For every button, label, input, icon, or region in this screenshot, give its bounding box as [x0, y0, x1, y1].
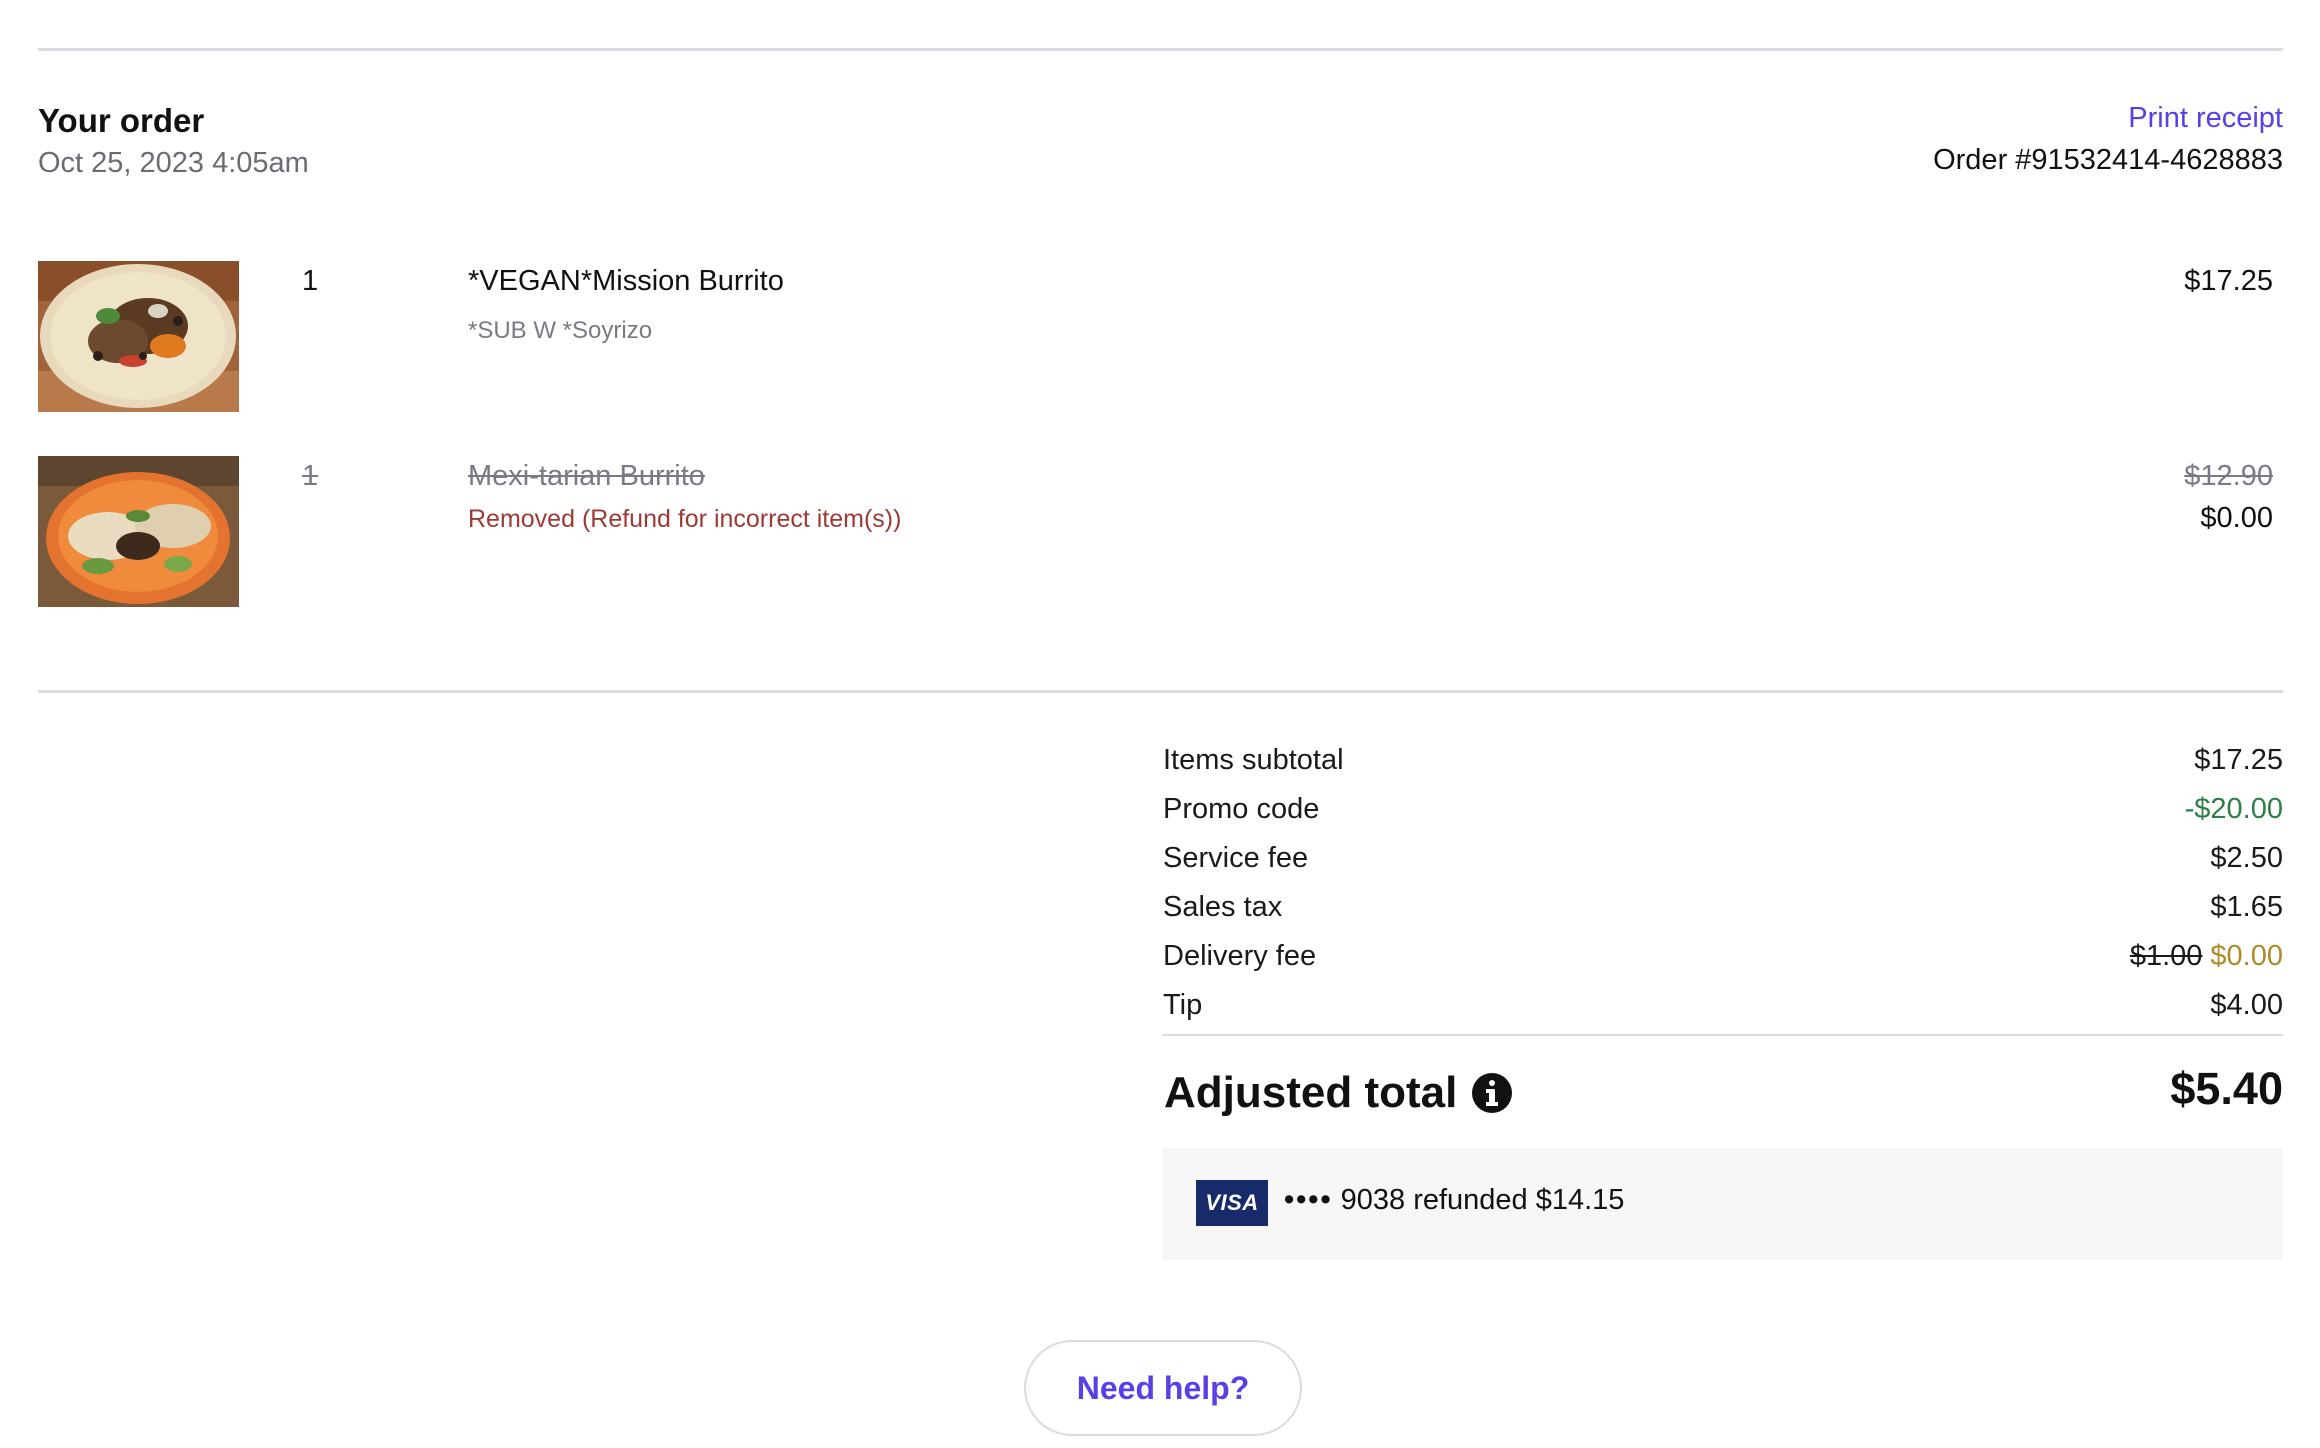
item-price: $0.00	[2200, 502, 2273, 534]
item-name: Mexi-tarian Burrito	[468, 460, 705, 492]
item-photo-mexi-tarian-burrito	[38, 456, 239, 607]
need-help-button[interactable]: Need help?	[1024, 1340, 1302, 1436]
items-divider	[38, 690, 2283, 693]
delivery-fee-label: Delivery fee	[1163, 940, 1317, 972]
order-receipt-page: Your order Oct 25, 2023 4:05am Print rec…	[0, 0, 2320, 1448]
summary-row-tip: Tip $4.00	[1162, 987, 2283, 1036]
order-item: 1 *VEGAN*Mission Burrito *SUB W *Soyrizo…	[38, 261, 2283, 413]
adjusted-total-value: $5.40	[2170, 1063, 2283, 1114]
item-removed-status: Removed (Refund for incorrect item(s))	[468, 505, 902, 533]
item-name: *VEGAN*Mission Burrito	[468, 265, 784, 297]
visa-card-icon: VISA	[1196, 1180, 1268, 1226]
summary-row-service-fee: Service fee $2.50	[1162, 840, 2283, 889]
summary-divider	[1162, 1034, 2283, 1036]
service-fee-label: Service fee	[1163, 842, 1309, 874]
summary-row-promo: Promo code -$20.00	[1162, 791, 2283, 840]
delivery-fee-value: $0.00	[2210, 940, 2283, 972]
promo-value: -$20.00	[2184, 793, 2283, 825]
item-original-price: $12.90	[2184, 460, 2273, 492]
summary-row-sales-tax: Sales tax $1.65	[1162, 889, 2283, 938]
price-summary: Items subtotal $17.25 Promo code -$20.00…	[1162, 742, 2283, 1036]
order-title: Your order	[38, 102, 205, 139]
order-item: 1 Mexi-tarian Burrito Removed (Refund fo…	[38, 456, 2283, 608]
item-photo-vegan-mission-burrito	[38, 261, 239, 412]
item-modifier: *SUB W *Soyrizo	[468, 317, 653, 344]
top-divider	[38, 48, 2283, 51]
delivery-fee-original: $1.00	[2129, 940, 2203, 972]
order-number: Order #91532414-4628883	[1933, 144, 2283, 176]
payment-refund-text: •••• 9038 refunded $14.15	[1284, 1184, 1624, 1217]
payment-refund-box: VISA •••• 9038 refunded $14.15	[1162, 1148, 2283, 1260]
adjusted-total-label-group: Adjusted total	[1164, 1068, 1513, 1118]
service-fee-value: $2.50	[2210, 842, 2283, 874]
subtotal-value: $17.25	[2194, 744, 2283, 776]
item-quantity: 1	[302, 265, 319, 297]
item-quantity: 1	[302, 460, 319, 492]
tip-label: Tip	[1163, 989, 1203, 1021]
refund-detail: 9038 refunded $14.15	[1340, 1184, 1625, 1216]
summary-row-delivery-fee: Delivery fee $1.00 $0.00	[1162, 938, 2283, 987]
delivery-fee-values: $1.00 $0.00	[2130, 940, 2283, 973]
print-receipt-link[interactable]: Print receipt	[2128, 102, 2283, 135]
card-mask: ••••	[1284, 1184, 1333, 1216]
adjusted-total-label: Adjusted total	[1164, 1068, 1458, 1117]
summary-row-subtotal: Items subtotal $17.25	[1162, 742, 2283, 791]
tip-value: $4.00	[2210, 989, 2283, 1021]
order-date: Oct 25, 2023 4:05am	[38, 147, 309, 179]
subtotal-label: Items subtotal	[1163, 744, 1344, 776]
info-circle-icon[interactable]	[1471, 1072, 1513, 1114]
promo-label: Promo code	[1163, 793, 1320, 825]
sales-tax-value: $1.65	[2210, 891, 2283, 923]
sales-tax-label: Sales tax	[1163, 891, 1283, 923]
item-price: $17.25	[2184, 265, 2273, 297]
